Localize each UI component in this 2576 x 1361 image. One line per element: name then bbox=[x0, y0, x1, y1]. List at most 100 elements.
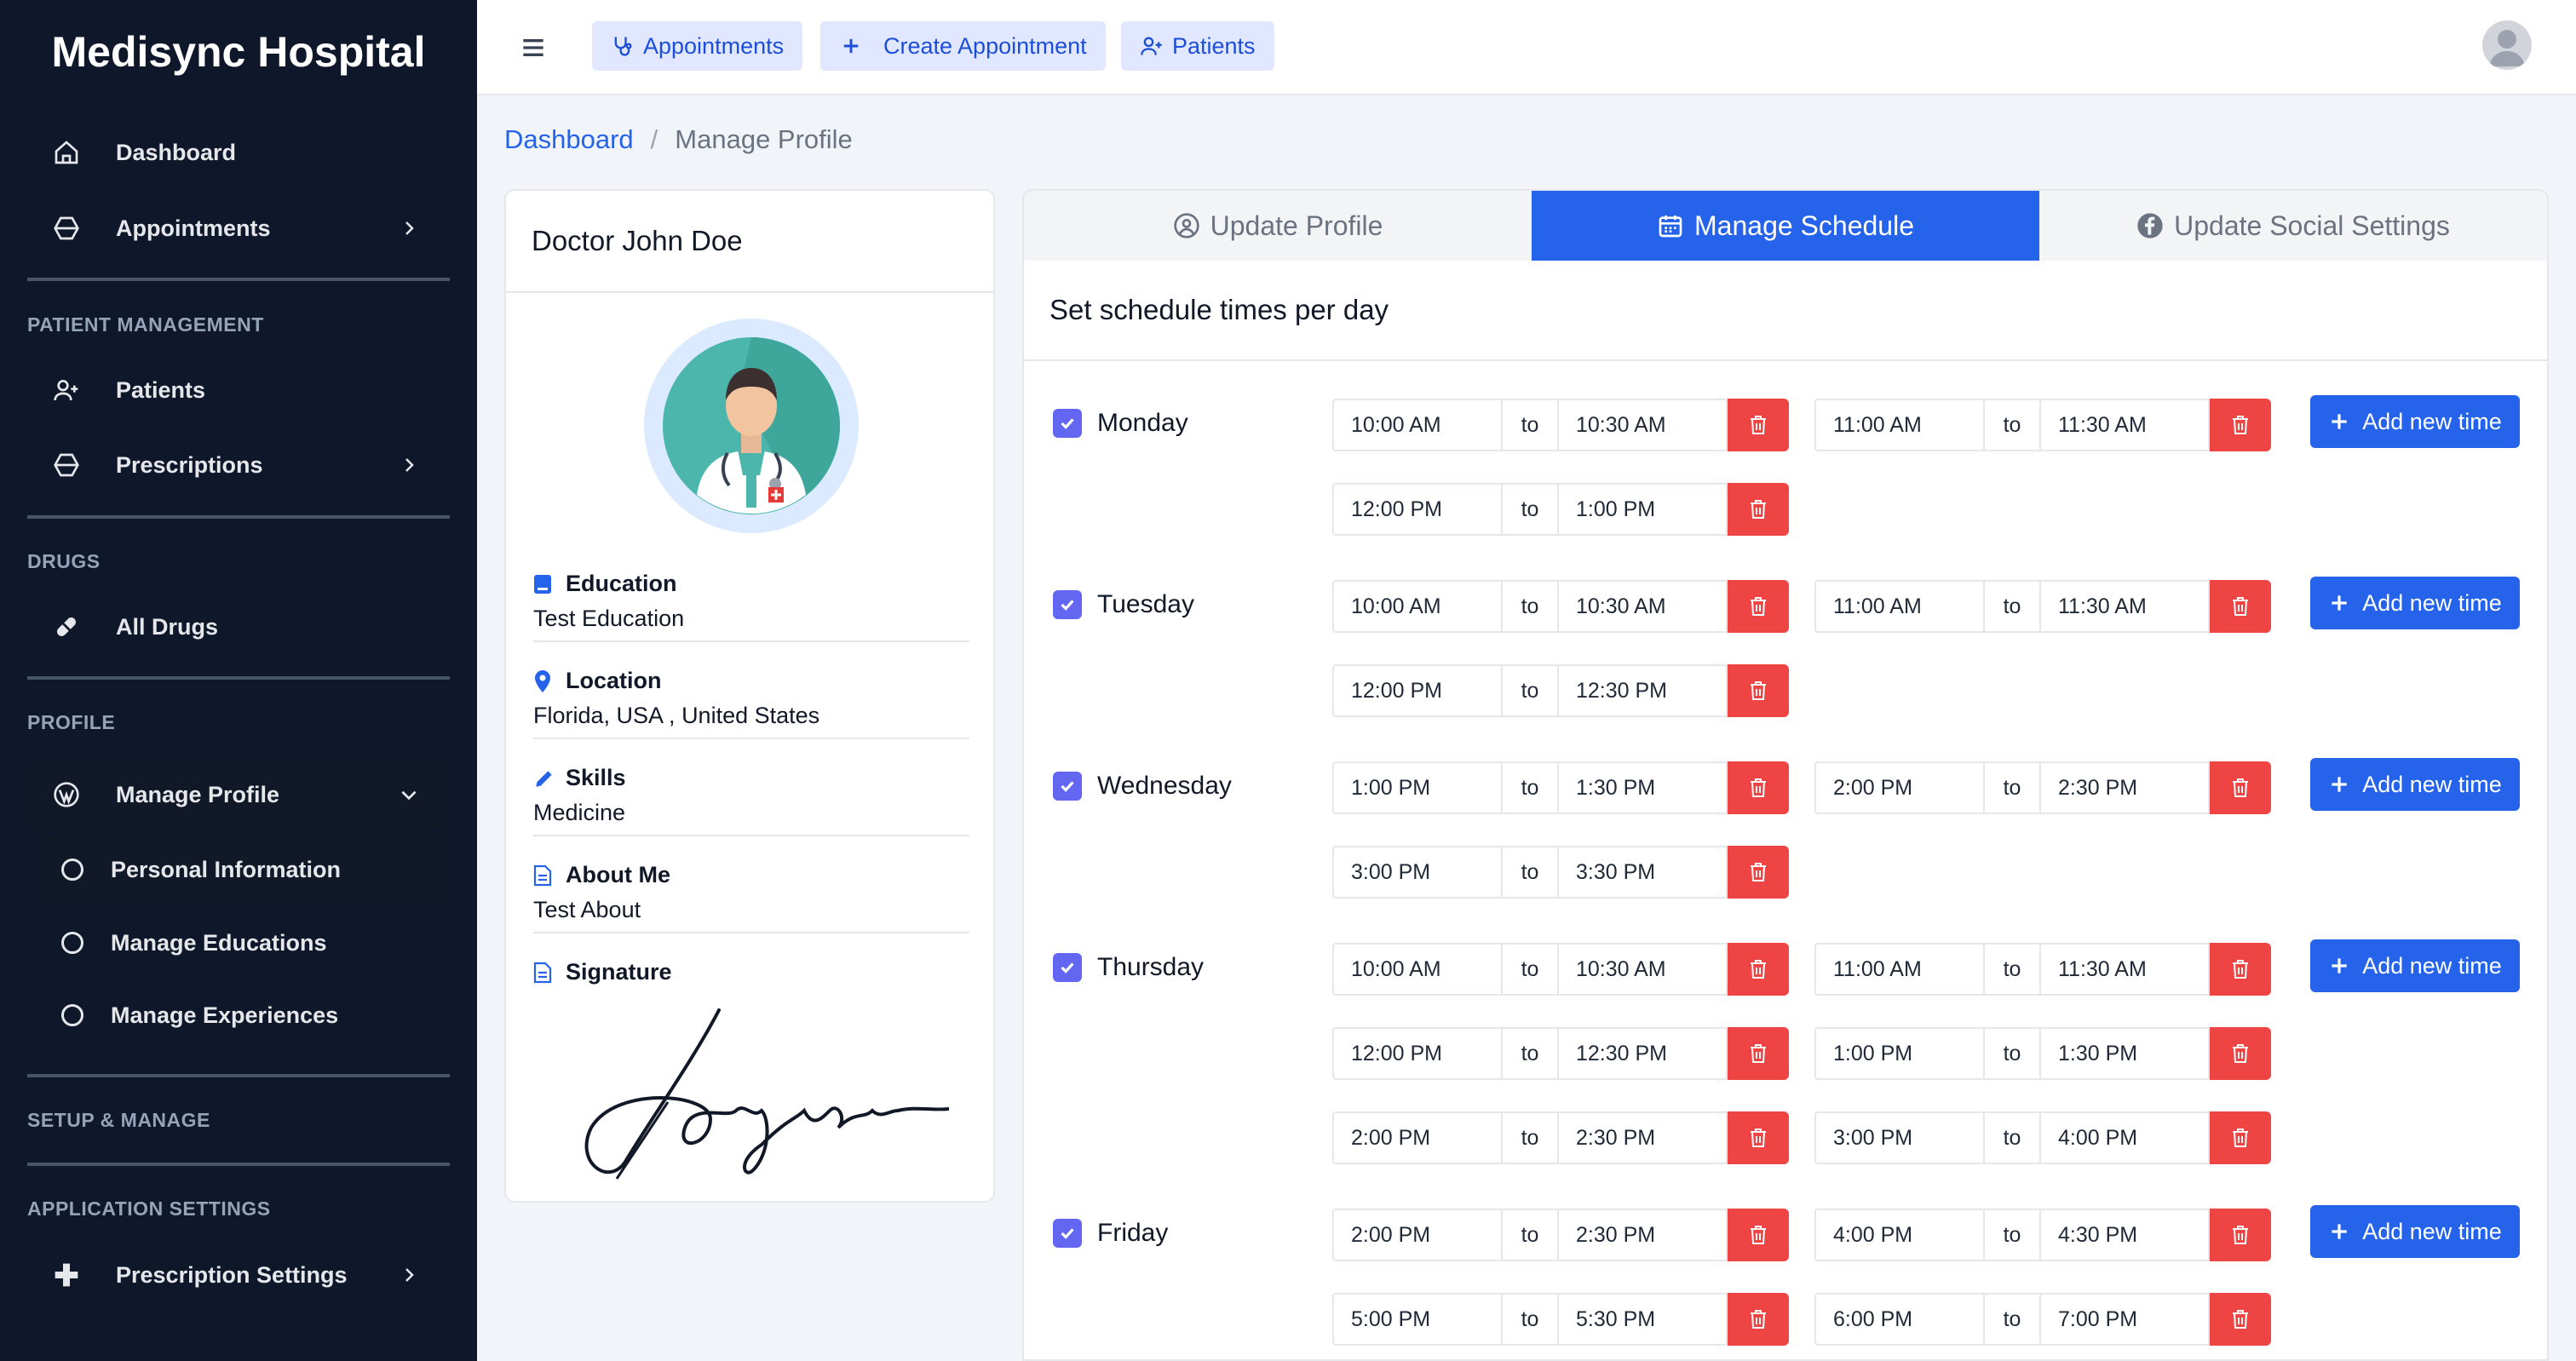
start-time-input[interactable]: 10:00 AM bbox=[1332, 580, 1503, 633]
menu-icon[interactable] bbox=[516, 31, 550, 65]
start-time-input[interactable]: 11:00 AM bbox=[1814, 580, 1985, 633]
add-new-time-button[interactable]: Add new time bbox=[2310, 939, 2520, 992]
end-time-input[interactable]: 3:30 PM bbox=[1557, 846, 1728, 899]
day-checkbox[interactable] bbox=[1053, 590, 1082, 619]
day-checkbox[interactable] bbox=[1053, 772, 1082, 801]
delete-time-button[interactable] bbox=[2210, 1209, 2271, 1261]
breadcrumb: Dashboard / Manage Profile bbox=[504, 124, 853, 155]
end-time-input[interactable]: 1:00 PM bbox=[1557, 483, 1728, 536]
end-time-input[interactable]: 12:30 PM bbox=[1557, 1027, 1728, 1080]
end-time-input[interactable]: 10:30 AM bbox=[1557, 580, 1728, 633]
start-time-input[interactable]: 10:00 AM bbox=[1332, 399, 1503, 451]
profile-tabs: Update Profile Manage Schedule Update So… bbox=[1022, 189, 2549, 261]
end-time-input[interactable]: 2:30 PM bbox=[1557, 1111, 1728, 1164]
delete-time-button[interactable] bbox=[1728, 1111, 1789, 1164]
add-new-time-button[interactable]: Add new time bbox=[2310, 577, 2520, 629]
sidebar-item-prescriptions[interactable]: Prescriptions bbox=[29, 435, 448, 495]
start-time-input[interactable]: 11:00 AM bbox=[1814, 399, 1985, 451]
delete-time-button[interactable] bbox=[2210, 1111, 2271, 1164]
day-checkbox[interactable] bbox=[1053, 1219, 1082, 1248]
start-time-input[interactable]: 2:00 PM bbox=[1332, 1111, 1503, 1164]
delete-time-button[interactable] bbox=[1728, 943, 1789, 996]
delete-time-button[interactable] bbox=[2210, 399, 2271, 451]
start-time-input[interactable]: 2:00 PM bbox=[1814, 761, 1985, 814]
start-time-input[interactable]: 12:00 PM bbox=[1332, 1027, 1503, 1080]
delete-time-button[interactable] bbox=[1728, 483, 1789, 536]
tab-label: Update Profile bbox=[1210, 210, 1383, 241]
trash-icon bbox=[2231, 1043, 2250, 1064]
end-time-input[interactable]: 1:30 PM bbox=[2039, 1027, 2210, 1080]
start-time-input[interactable]: 10:00 AM bbox=[1332, 943, 1503, 996]
end-time-input[interactable]: 7:00 PM bbox=[2039, 1293, 2210, 1346]
add-new-time-label: Add new time bbox=[2362, 1218, 2502, 1244]
sidebar-subitem-manage-educations[interactable]: Manage Educations bbox=[43, 909, 448, 977]
start-time-input[interactable]: 1:00 PM bbox=[1814, 1027, 1985, 1080]
add-new-time-button[interactable]: Add new time bbox=[2310, 395, 2520, 448]
sidebar-item-manage-profile[interactable]: Manage Profile bbox=[29, 761, 448, 829]
end-time-input[interactable]: 12:30 PM bbox=[1557, 664, 1728, 717]
doctor-avatar bbox=[644, 319, 859, 533]
end-time-input[interactable]: 10:30 AM bbox=[1557, 943, 1728, 996]
end-time-input[interactable]: 4:30 PM bbox=[2039, 1209, 2210, 1261]
delete-time-button[interactable] bbox=[1728, 846, 1789, 899]
sidebar-item-prescription-settings[interactable]: Prescription Settings bbox=[29, 1245, 448, 1305]
end-time-input[interactable]: 2:30 PM bbox=[2039, 761, 2210, 814]
delete-time-button[interactable] bbox=[1728, 1027, 1789, 1080]
start-time-input[interactable]: 12:00 PM bbox=[1332, 483, 1503, 536]
day-checkbox[interactable] bbox=[1053, 409, 1082, 438]
start-time-input[interactable]: 6:00 PM bbox=[1814, 1293, 1985, 1346]
top-appointments-button[interactable]: Appointments bbox=[592, 21, 803, 71]
start-time-input[interactable]: 3:00 PM bbox=[1814, 1111, 1985, 1164]
start-time-input[interactable]: 2:00 PM bbox=[1332, 1209, 1503, 1261]
end-time-input[interactable]: 10:30 AM bbox=[1557, 399, 1728, 451]
create-appointment-button[interactable]: Create Appointment bbox=[820, 21, 1106, 71]
start-time-input[interactable]: 11:00 AM bbox=[1814, 943, 1985, 996]
start-time-input[interactable]: 4:00 PM bbox=[1814, 1209, 1985, 1261]
delete-time-button[interactable] bbox=[1728, 761, 1789, 814]
sidebar-item-dashboard[interactable]: Dashboard bbox=[29, 123, 448, 182]
tab-update-profile[interactable]: Update Profile bbox=[1024, 191, 1532, 261]
breadcrumb-dashboard-link[interactable]: Dashboard bbox=[504, 124, 634, 155]
pencil-icon bbox=[533, 767, 557, 790]
tab-update-social-settings[interactable]: Update Social Settings bbox=[2039, 191, 2547, 261]
delete-time-button[interactable] bbox=[1728, 399, 1789, 451]
delete-time-button[interactable] bbox=[2210, 1027, 2271, 1080]
sidebar-item-all-drugs[interactable]: All Drugs bbox=[29, 597, 448, 657]
trash-icon bbox=[1749, 862, 1768, 882]
delete-time-button[interactable] bbox=[2210, 943, 2271, 996]
sidebar-divider bbox=[27, 676, 450, 680]
delete-time-button[interactable] bbox=[1728, 664, 1789, 717]
delete-time-button[interactable] bbox=[1728, 580, 1789, 633]
delete-time-button[interactable] bbox=[2210, 580, 2271, 633]
end-time-input[interactable]: 5:30 PM bbox=[1557, 1293, 1728, 1346]
sidebar-subitem-manage-experiences[interactable]: Manage Experiences bbox=[43, 981, 448, 1049]
sidebar-subitem-personal-information[interactable]: Personal Information bbox=[43, 836, 448, 904]
add-new-time-button[interactable]: Add new time bbox=[2310, 1205, 2520, 1258]
sidebar-item-appointments[interactable]: Appointments bbox=[29, 198, 448, 258]
delete-time-button[interactable] bbox=[2210, 761, 2271, 814]
add-new-time-button[interactable]: Add new time bbox=[2310, 758, 2520, 811]
top-patients-button[interactable]: Patients bbox=[1121, 21, 1274, 71]
user-avatar[interactable] bbox=[2482, 20, 2532, 70]
delete-time-button[interactable] bbox=[1728, 1293, 1789, 1346]
tab-manage-schedule[interactable]: Manage Schedule bbox=[1532, 191, 2039, 261]
sidebar-item-patients[interactable]: Patients bbox=[29, 360, 448, 420]
start-time-input[interactable]: 12:00 PM bbox=[1332, 664, 1503, 717]
stethoscope-icon bbox=[614, 37, 632, 56]
end-time-input[interactable]: 11:30 AM bbox=[2039, 399, 2210, 451]
end-time-input[interactable]: 1:30 PM bbox=[1557, 761, 1728, 814]
to-label: to bbox=[1503, 1111, 1557, 1164]
start-time-input[interactable]: 5:00 PM bbox=[1332, 1293, 1503, 1346]
delete-time-button[interactable] bbox=[1728, 1209, 1789, 1261]
delete-time-button[interactable] bbox=[2210, 1293, 2271, 1346]
time-slot: 10:00 AM to 10:30 AM bbox=[1332, 943, 1789, 996]
start-time-input[interactable]: 1:00 PM bbox=[1332, 761, 1503, 814]
start-time-input[interactable]: 3:00 PM bbox=[1332, 846, 1503, 899]
end-time-input[interactable]: 4:00 PM bbox=[2039, 1111, 2210, 1164]
day-checkbox[interactable] bbox=[1053, 953, 1082, 982]
end-time-input[interactable]: 11:30 AM bbox=[2039, 943, 2210, 996]
end-time-input[interactable]: 2:30 PM bbox=[1557, 1209, 1728, 1261]
end-time-input[interactable]: 11:30 AM bbox=[2039, 580, 2210, 633]
to-label: to bbox=[1503, 1027, 1557, 1080]
user-plus-icon bbox=[49, 373, 83, 407]
